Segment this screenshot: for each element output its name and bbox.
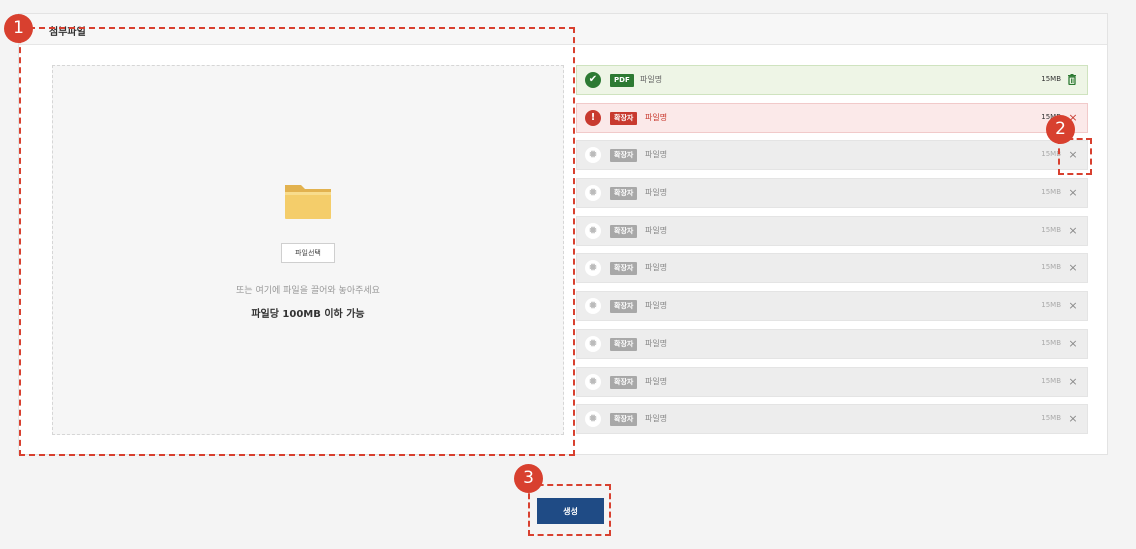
file-row: ✔ PDF 파일명 15MB [576, 65, 1088, 95]
file-name: 파일명 [640, 75, 663, 84]
callout-number-3: 3 [514, 464, 543, 493]
loading-spinner-icon: ✹ [585, 185, 601, 202]
file-size: 15MB [1041, 263, 1061, 272]
file-row: ✹ 확장자 파일명 15MB × [576, 140, 1088, 171]
delete-file-button[interactable] [1067, 72, 1079, 88]
file-extension-badge: PDF [610, 74, 634, 87]
file-extension-badge: 확장자 [610, 262, 638, 276]
close-icon[interactable]: × [1067, 336, 1079, 352]
loading-spinner-icon: ✹ [585, 222, 601, 239]
close-icon[interactable]: × [1067, 185, 1079, 201]
check-circle-icon: ✔ [585, 72, 601, 88]
callout-number-2: 2 [1046, 115, 1075, 144]
file-extension-badge: 확장자 [610, 300, 638, 314]
error-circle-icon: ! [585, 109, 601, 126]
callout-box-1 [19, 27, 575, 456]
file-size: 15MB [1041, 75, 1061, 83]
file-name: 파일명 [645, 263, 668, 273]
loading-spinner-icon: ✹ [585, 373, 601, 390]
close-icon[interactable]: × [1067, 298, 1079, 314]
file-name: 파일명 [645, 414, 668, 424]
file-size: 15MB [1041, 188, 1061, 197]
file-extension-badge: 확장자 [610, 187, 638, 201]
file-extension-badge: 확장자 [610, 149, 638, 163]
callout-number-1: 1 [4, 14, 33, 43]
trash-icon [1068, 74, 1076, 85]
close-icon[interactable]: × [1067, 260, 1079, 276]
file-size: 15MB [1041, 376, 1061, 385]
loading-spinner-icon: ✹ [585, 147, 601, 164]
file-list: ✔PDF파일명15MB!확장자파일명15MB×✹확장자파일명15MB×✹확장자파… [576, 65, 1088, 442]
file-size: 15MB [1041, 225, 1061, 234]
file-name: 파일명 [645, 338, 668, 348]
file-extension-badge: 확장자 [610, 337, 638, 351]
file-row: ✹ 확장자 파일명 15MB × [576, 404, 1088, 435]
file-row: ✹ 확장자 파일명 15MB × [576, 215, 1088, 246]
file-name: 파일명 [645, 225, 668, 235]
file-name: 파일명 [645, 150, 668, 160]
file-size: 15MB [1041, 414, 1061, 423]
file-name: 파일명 [645, 112, 668, 122]
close-icon[interactable]: × [1067, 374, 1079, 390]
file-name: 파일명 [645, 301, 668, 311]
loading-spinner-icon: ✹ [585, 411, 601, 428]
file-extension-badge: 확장자 [610, 224, 638, 238]
file-row: ✹ 확장자 파일명 15MB × [576, 366, 1088, 397]
loading-spinner-icon: ✹ [585, 335, 601, 352]
file-name: 파일명 [645, 376, 668, 386]
file-size: 15MB [1041, 338, 1061, 347]
file-row: ✹ 확장자 파일명 15MB × [576, 178, 1088, 209]
file-row: ✹ 확장자 파일명 15MB × [576, 291, 1088, 322]
loading-spinner-icon: ✹ [585, 260, 601, 277]
file-extension-badge: 확장자 [610, 413, 638, 427]
file-extension-badge: 확장자 [610, 375, 638, 389]
file-name: 파일명 [645, 188, 668, 198]
file-extension-badge: 확장자 [610, 111, 638, 125]
close-icon[interactable]: × [1067, 223, 1079, 239]
file-row: ✹ 확장자 파일명 15MB × [576, 253, 1088, 284]
file-row: !확장자파일명15MB× [576, 102, 1088, 133]
close-icon[interactable]: × [1067, 411, 1079, 427]
callout-box-3 [528, 484, 611, 536]
loading-spinner-icon: ✹ [585, 298, 601, 315]
file-row: ✹ 확장자 파일명 15MB × [576, 328, 1088, 359]
file-size: 15MB [1041, 301, 1061, 310]
